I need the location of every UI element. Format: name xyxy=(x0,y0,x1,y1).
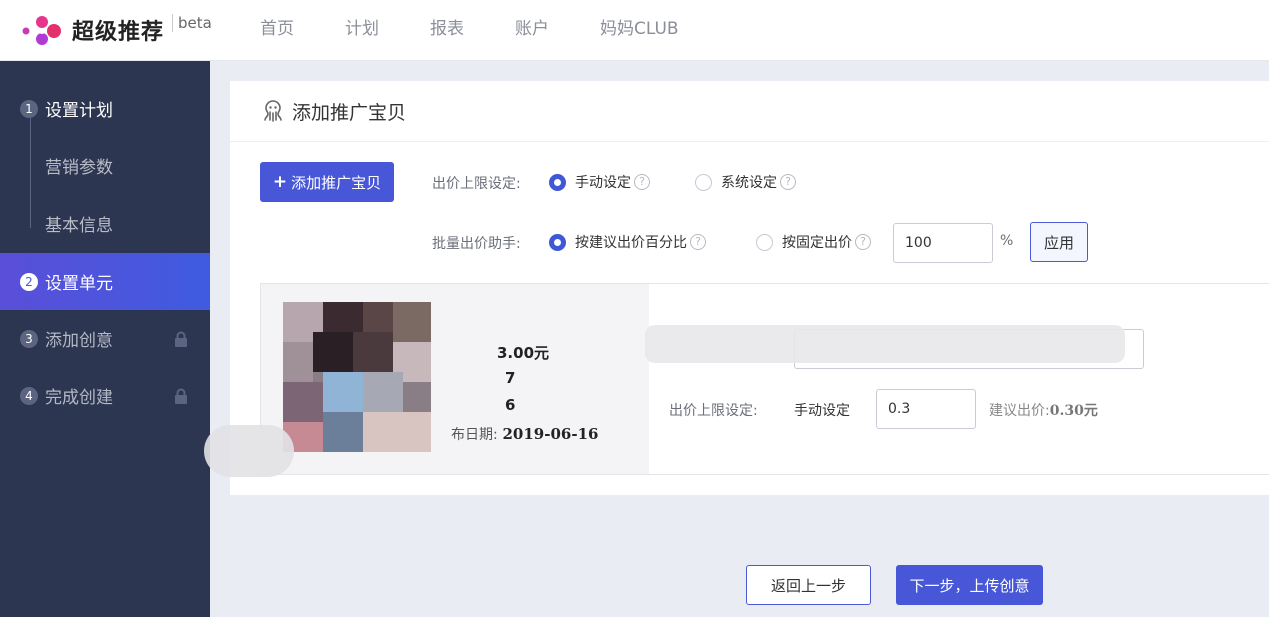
radio-dot xyxy=(549,233,566,251)
help-icon[interactable]: ? xyxy=(634,174,650,190)
step-label: 添加创意 xyxy=(45,331,113,351)
back-button[interactable]: 返回上一步 xyxy=(746,565,871,605)
step-basic-info[interactable]: 基本信息 xyxy=(0,195,210,252)
radio-manual[interactable]: 手动设定 ? xyxy=(549,172,650,192)
item-info: 3.00元 7 6 布日期: 2019-06-16 xyxy=(261,284,649,474)
radio-dot xyxy=(756,233,773,251)
radio-system[interactable]: 系统设定 ? xyxy=(695,172,796,192)
item-stat-2: 6 xyxy=(505,396,516,414)
publish-date-value: 2019-06-16 xyxy=(502,425,599,443)
radio-suggest-percent[interactable]: 按建议出价百分比 ? xyxy=(549,232,706,252)
sidebar: 1 设置计划 营销参数 基本信息 2 设置单元 3 添加创意 4 完成创建 xyxy=(0,61,210,617)
nav-account[interactable]: 账户 xyxy=(515,0,549,61)
step-marketing-params[interactable]: 营销参数 xyxy=(0,137,210,194)
item-stat-1: 7 xyxy=(505,369,516,387)
step-number: 2 xyxy=(20,272,38,291)
radio-label: 按建议出价百分比 xyxy=(575,235,687,251)
redacted-title xyxy=(645,325,1125,363)
suggested-bid-value: 0.30元 xyxy=(1049,403,1098,419)
suggested-bid-label: 建议出价: xyxy=(989,403,1050,419)
help-icon[interactable]: ? xyxy=(690,234,706,250)
step-finish[interactable]: 4 完成创建 xyxy=(0,367,210,424)
step-label: 完成创建 xyxy=(45,388,113,408)
logo[interactable]: 超级推荐 beta xyxy=(20,12,212,48)
step-label: 营销参数 xyxy=(45,158,113,178)
logo-icon xyxy=(22,16,61,45)
add-item-card: 添加推广宝贝 + 添加推广宝贝 出价上限设定: 手动设定 ? 系统设定 ? 批量… xyxy=(230,81,1269,495)
step-label: 基本信息 xyxy=(45,216,113,236)
step-set-unit[interactable]: 2 设置单元 xyxy=(0,253,210,310)
nav-mama-club[interactable]: 妈妈CLUB xyxy=(600,0,679,61)
step-number: 1 xyxy=(20,99,38,118)
redacted-blob xyxy=(204,425,294,477)
radio-label: 按固定出价 xyxy=(782,235,852,251)
step-label: 设置计划 xyxy=(45,101,113,121)
step-number: 3 xyxy=(20,329,38,348)
item-row: 3.00元 7 6 布日期: 2019-06-16 出价上限设定: 手动设定 0… xyxy=(260,283,1269,475)
main-nav: 首页 计划 报表 账户 妈妈CLUB xyxy=(260,0,730,61)
nav-home[interactable]: 首页 xyxy=(260,0,294,61)
step-label: 设置单元 xyxy=(45,274,113,294)
help-icon[interactable]: ? xyxy=(780,174,796,190)
plus-icon: + xyxy=(272,172,288,192)
card-header: 添加推广宝贝 xyxy=(230,81,1269,142)
radio-dot xyxy=(549,173,566,191)
item-price: 3.00元 xyxy=(497,344,550,362)
logo-text: 超级推荐 xyxy=(72,20,165,45)
item-bid-limit-label: 出价上限设定: xyxy=(669,403,758,419)
lock-icon xyxy=(175,388,187,404)
radio-label: 手动设定 xyxy=(575,175,631,191)
bid-limit-label: 出价上限设定: xyxy=(432,176,521,192)
step-number: 4 xyxy=(20,386,38,405)
add-item-label: 添加推广宝贝 xyxy=(291,173,382,192)
item-bid-input[interactable]: 0.3 xyxy=(876,389,976,429)
batch-percent-input[interactable]: 100 xyxy=(893,223,993,263)
item-bid-mode: 手动设定 xyxy=(794,403,850,419)
publish-date-label: 布日期: xyxy=(451,427,498,443)
radio-dot xyxy=(695,173,712,191)
suggested-bid: 建议出价: 0.30元 xyxy=(989,400,1098,420)
card-title: 添加推广宝贝 xyxy=(292,101,407,124)
lock-icon xyxy=(175,331,187,347)
batch-bid-label: 批量出价助手: xyxy=(432,236,521,252)
nav-plan[interactable]: 计划 xyxy=(345,0,379,61)
octopus-icon xyxy=(264,100,282,122)
next-upload-creative-button[interactable]: 下一步，上传创意 xyxy=(896,565,1043,605)
apply-button[interactable]: 应用 xyxy=(1030,222,1088,262)
radio-label: 系统设定 xyxy=(721,175,777,191)
radio-fixed-bid[interactable]: 按固定出价 ? xyxy=(756,232,871,252)
nav-report[interactable]: 报表 xyxy=(430,0,464,61)
item-thumbnail xyxy=(283,302,431,452)
help-icon[interactable]: ? xyxy=(855,234,871,250)
item-publish-date: 布日期: 2019-06-16 xyxy=(451,424,598,444)
top-bar: 超级推荐 beta 首页 计划 报表 账户 妈妈CLUB xyxy=(0,0,1269,61)
step-add-creative[interactable]: 3 添加创意 xyxy=(0,310,210,367)
percent-unit: % xyxy=(1000,233,1014,249)
add-item-button[interactable]: + 添加推广宝贝 xyxy=(260,162,394,202)
step-set-plan[interactable]: 1 设置计划 xyxy=(0,80,210,137)
beta-badge: beta xyxy=(172,14,212,32)
